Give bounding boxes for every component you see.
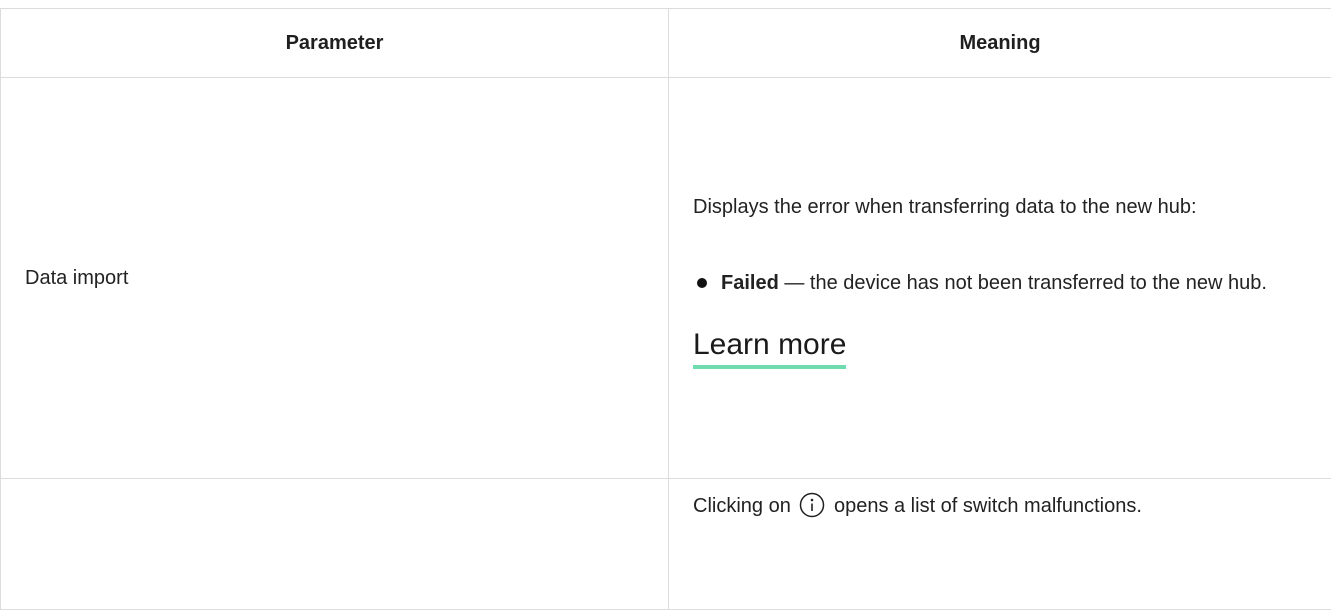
meaning-text-before: Clicking on	[693, 495, 791, 517]
learn-more-link[interactable]: Learn more	[693, 327, 846, 369]
header-parameter: Parameter	[1, 9, 669, 78]
meaning-text-after: opens a list of switch malfunctions.	[834, 495, 1142, 517]
header-meaning: Meaning	[669, 9, 1331, 78]
meaning-cell: Clicking on opens a list of switch malfu…	[669, 479, 1331, 610]
table-row: Clicking on opens a list of switch malfu…	[1, 479, 1331, 610]
meaning-content: Displays the error when transferring dat…	[669, 188, 1331, 369]
list-item: Failed — the device has not been transfe…	[693, 264, 1307, 302]
info-icon	[799, 492, 825, 518]
table-row: Data import Displays the error when tran…	[1, 78, 1331, 479]
meaning-cell: Displays the error when transferring dat…	[669, 78, 1331, 479]
meaning-description: Displays the error when transferring dat…	[693, 188, 1307, 226]
parameter-cell	[1, 479, 669, 610]
parameter-name: Data import	[1, 267, 668, 290]
status-description: — the device has not been transferred to…	[779, 272, 1267, 294]
status-label: Failed	[721, 272, 779, 294]
parameter-cell: Data import	[1, 78, 669, 479]
bullet-dot-icon	[697, 278, 707, 288]
table-header-row: Parameter Meaning	[1, 9, 1331, 78]
meaning-content: Clicking on opens a list of switch malfu…	[669, 479, 1331, 525]
status-list: Failed — the device has not been transfe…	[693, 264, 1307, 302]
parameters-table: Parameter Meaning Data import Displays t…	[0, 8, 1331, 610]
